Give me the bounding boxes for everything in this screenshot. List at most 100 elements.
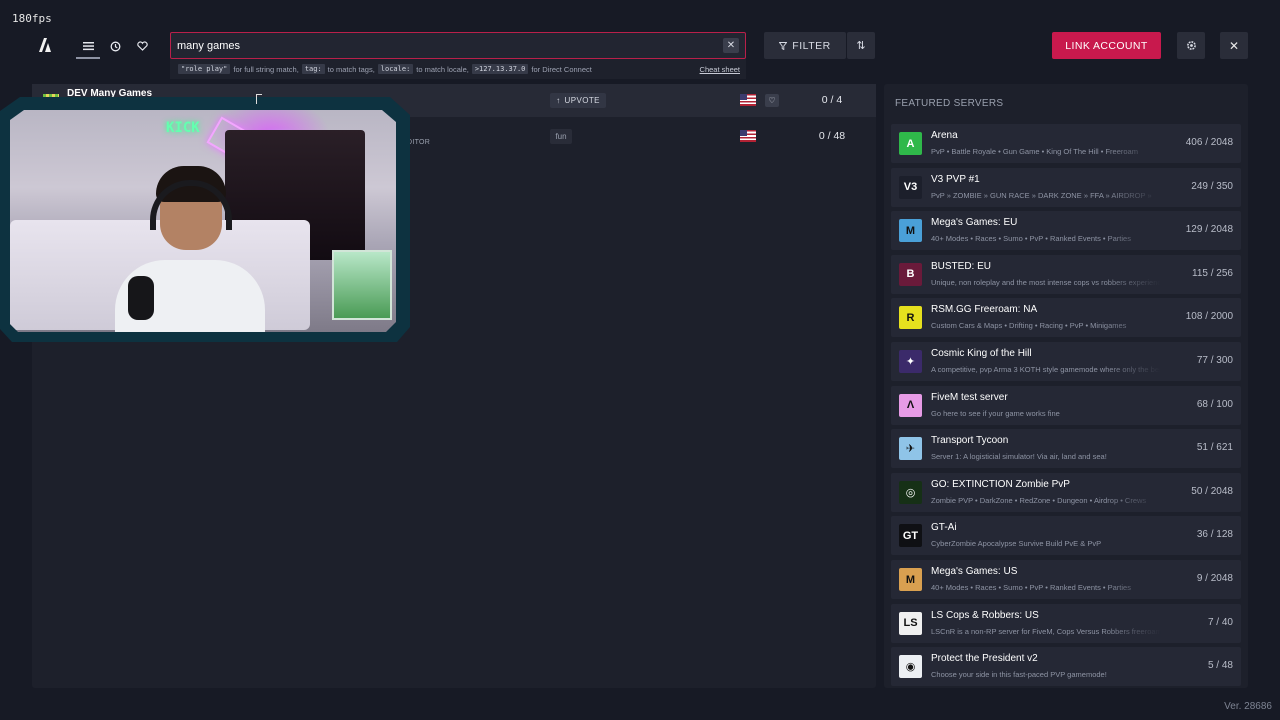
player-count: 0 / 4 (821, 94, 843, 106)
history-icon (110, 41, 120, 51)
featured-server-item[interactable]: A Arena PvP • Battle Royale • Gun Game • K… (891, 124, 1241, 163)
featured-server-name: Cosmic King of the Hill (931, 348, 1032, 359)
history-nav-button[interactable] (102, 34, 128, 58)
featured-server-name: Transport Tycoon (931, 435, 1009, 447)
heart-icon (136, 41, 148, 51)
us-flag-icon (740, 130, 756, 142)
featured-server-item[interactable]: ◉ Protect the President v2 Choose your sid… (891, 647, 1241, 687)
microphone (128, 276, 154, 320)
featured-server-count: 406 / 2048 (1185, 137, 1233, 148)
featured-server-item[interactable]: Λ FiveM test server Go here to see if your… (891, 385, 1241, 425)
featured-server-name: BUSTED: EU (931, 260, 992, 272)
featured-server-name: GO: EXTINCTION Zombie PvP (931, 478, 1070, 490)
featured-server-count: 9 / 2048 (1196, 573, 1233, 584)
featured-server-count: 77 / 300 (1196, 355, 1233, 366)
fps-counter: 180fps (12, 12, 52, 25)
upvote-button[interactable]: ↑ UPVOTE (550, 93, 606, 108)
featured-servers-panel: FEATURED SERVERS A Arena PvP • Battle Roya… (884, 84, 1248, 688)
filter-button[interactable]: FILTER (764, 32, 846, 59)
heart-icon: ♡ (768, 96, 776, 105)
aquarium (332, 250, 392, 320)
featured-server-item[interactable]: ◎ GO: EXTINCTION Zombie PvP Zombie PVP • D… (891, 472, 1241, 512)
fivem-logo[interactable] (36, 36, 54, 54)
favorites-nav-button[interactable] (129, 34, 155, 58)
server-logo-icon: LS (899, 611, 922, 635)
server-logo-icon: V3 (899, 175, 922, 199)
search-hints: "role play" for full string match, tag: to… (170, 59, 746, 79)
featured-server-item[interactable]: M Mega's Games: US 40+ Modes • Races • Sum… (891, 560, 1241, 599)
featured-server-name: GT-Ai (931, 522, 957, 534)
nav-active-indicator (76, 57, 100, 59)
server-logo-icon: ✈ (899, 437, 922, 461)
search-input[interactable] (177, 38, 707, 54)
version-label: Ver. 28686 (1224, 701, 1272, 712)
featured-server-item[interactable]: R RSM.GG Freeroam: NA Custom Cars & Maps •… (891, 298, 1241, 338)
cheat-sheet-link[interactable]: Cheat sheet (700, 65, 740, 74)
featured-server-name: LS Cops & Robbers: US (931, 609, 1039, 621)
player-count: 0 / 48 (818, 130, 846, 142)
featured-server-count: 108 / 2000 (1185, 311, 1233, 323)
featured-server-item[interactable]: V3 V3 PVP #1 PvP » ZOMBIE » GUN RACE » DAR… (891, 167, 1241, 207)
featured-title: FEATURED SERVERS (895, 98, 1004, 109)
featured-server-desc: 40+ Modes • Races • Sumo • PvP • Ranked … (931, 583, 1131, 592)
webcam-overlay: KICK (0, 97, 410, 342)
featured-server-desc: PvP • Battle Royale • Gun Game • King Of… (931, 147, 1138, 156)
featured-server-item[interactable]: B BUSTED: EU Unique, non roleplay and the … (891, 254, 1241, 294)
featured-server-count: 249 / 350 (1191, 180, 1233, 192)
filter-icon (779, 41, 788, 50)
hint-code: >127.13.37.0 (471, 64, 529, 74)
server-logo-icon: Λ (899, 393, 922, 417)
gear-icon (1186, 41, 1196, 50)
hint-code: tag: (301, 64, 325, 74)
featured-server-desc: 40+ Modes • Races • Sumo • PvP • Ranked … (931, 234, 1131, 244)
featured-server-item[interactable]: LS LS Cops & Robbers: US LSCnR is a non-RP… (891, 603, 1241, 643)
server-logo-icon: A (899, 132, 922, 155)
server-logo-icon: R (899, 306, 922, 330)
server-tag[interactable]: fun (550, 129, 572, 144)
sort-button[interactable]: ⇅ (847, 32, 875, 59)
featured-server-name: Arena (931, 130, 958, 141)
server-logo-icon: B (899, 262, 922, 286)
hint-code: "role play" (178, 64, 231, 74)
featured-server-desc: CyberZombie Apocalypse Survive Build PvE… (931, 539, 1102, 549)
filter-label: FILTER (792, 39, 831, 52)
close-button[interactable]: ✕ (1220, 32, 1248, 59)
search-box: ✕ (170, 32, 746, 59)
featured-server-desc: Unique, non roleplay and the most intens… (931, 277, 1161, 287)
featured-server-desc: A competitive, pvp Arma 3 KOTH style gam… (931, 365, 1161, 374)
featured-server-count: 51 / 621 (1196, 442, 1233, 454)
sort-icon: ⇅ (856, 40, 866, 52)
link-account-button[interactable]: LINK ACCOUNT (1052, 32, 1161, 59)
featured-server-name: Mega's Games: EU (931, 217, 1018, 229)
neon-sign: KICK (166, 120, 200, 136)
hint-code: locale: (377, 64, 414, 74)
featured-server-name: Protect the President v2 (931, 653, 1038, 665)
featured-server-count: 68 / 100 (1196, 398, 1233, 410)
featured-server-item[interactable]: ✦ Cosmic King of the Hill A competitive, p… (891, 342, 1241, 381)
featured-server-name: RSM.GG Freeroam: NA (931, 304, 1038, 316)
upvote-label: UPVOTE (564, 96, 600, 105)
settings-button[interactable] (1177, 32, 1205, 59)
featured-server-desc: Server 1: A logisticial simulator! Via a… (931, 452, 1107, 462)
servers-nav-button[interactable] (75, 34, 101, 58)
featured-server-count: 36 / 128 (1196, 529, 1233, 541)
server-logo-icon: M (899, 219, 922, 243)
hint-text: to match locale, (416, 64, 469, 74)
us-flag-icon (740, 94, 756, 106)
server-logo-icon: M (899, 568, 922, 591)
featured-server-count: 115 / 256 (1192, 267, 1233, 279)
featured-server-name: FiveM test server (931, 391, 1008, 403)
clear-search-button[interactable]: ✕ (723, 38, 739, 53)
webcam-video: KICK (10, 110, 396, 332)
hint-text: for full string match, (233, 64, 299, 74)
featured-server-item[interactable]: M Mega's Games: EU 40+ Modes • Races • Sum… (891, 211, 1241, 251)
featured-server-desc: Custom Cars & Maps • Drifting • Racing •… (931, 321, 1127, 331)
featured-server-count: 7 / 40 (1207, 616, 1233, 628)
featured-server-count: 50 / 2048 (1191, 485, 1233, 497)
featured-server-item[interactable]: GT GT-Ai CyberZombie Apocalypse Survive Bu… (891, 516, 1241, 556)
featured-server-count: 129 / 2048 (1185, 224, 1233, 236)
favorite-button[interactable]: ♡ (765, 94, 779, 107)
featured-server-item[interactable]: ✈ Transport Tycoon Server 1: A logisticial… (891, 429, 1241, 469)
mouse-cursor (256, 94, 262, 104)
featured-server-count: 5 / 48 (1207, 660, 1233, 672)
